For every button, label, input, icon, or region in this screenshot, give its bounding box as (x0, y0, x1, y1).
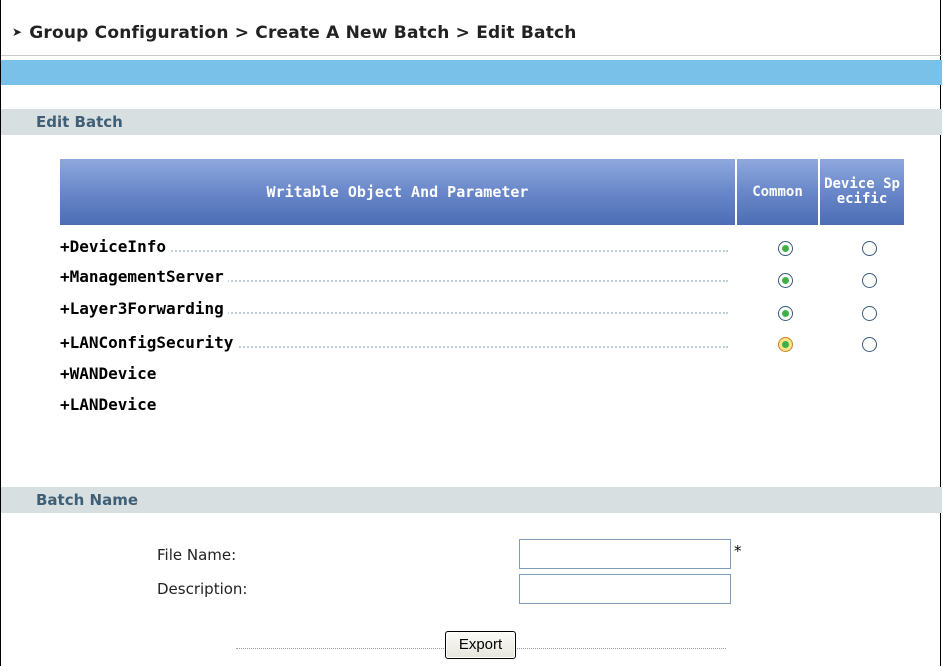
breadcrumb-text: Group Configuration > Create A New Batch… (29, 23, 577, 43)
parameter-row: +WANDevice (60, 364, 740, 390)
parameter-row: +LANDevice (60, 395, 740, 421)
header-divider (1, 55, 942, 56)
radio-common-deviceinfo[interactable] (778, 241, 793, 256)
radio-device-specific-managementserver[interactable] (862, 273, 877, 288)
required-asterisk: * (734, 542, 742, 560)
description-label: Description: (157, 580, 248, 598)
radio-device-specific-lanconfigsecurity[interactable] (862, 337, 877, 352)
description-input[interactable] (519, 574, 731, 604)
column-header-common: Common (737, 159, 818, 225)
radio-common-managementserver[interactable] (778, 273, 793, 288)
parameter-name[interactable]: +ManagementServer (60, 267, 228, 287)
batch-name-header: Batch Name (1, 487, 942, 513)
radio-device-specific-deviceinfo[interactable] (862, 241, 877, 256)
column-header-parameter: Writable Object And Parameter (60, 159, 735, 225)
parameter-name[interactable]: +Layer3Forwarding (60, 299, 228, 319)
accent-bar (1, 60, 942, 85)
parameter-row: +LANConfigSecurity (60, 333, 740, 359)
edit-batch-header: Edit Batch (1, 109, 942, 135)
column-header-device-specific: Device Specific (820, 159, 904, 225)
file-name-label: File Name: (157, 546, 237, 564)
parameter-name[interactable]: +WANDevice (60, 364, 161, 384)
export-button[interactable]: Export (445, 631, 516, 659)
parameter-row: +Layer3Forwarding (60, 299, 740, 325)
breadcrumb: ➤ Group Configuration > Create A New Batc… (12, 23, 577, 43)
radio-device-specific-layer3forwarding[interactable] (862, 306, 877, 321)
parameter-row: +ManagementServer (60, 267, 740, 293)
radio-common-layer3forwarding[interactable] (778, 306, 793, 321)
parameter-name[interactable]: +DeviceInfo (60, 237, 170, 257)
radio-common-lanconfigsecurity[interactable] (778, 337, 793, 352)
parameter-row: +DeviceInfo (60, 237, 740, 263)
parameter-name[interactable]: +LANDevice (60, 395, 161, 415)
breadcrumb-arrow-icon: ➤ (12, 25, 23, 39)
parameter-name[interactable]: +LANConfigSecurity (60, 333, 238, 353)
file-name-input[interactable] (519, 539, 731, 569)
